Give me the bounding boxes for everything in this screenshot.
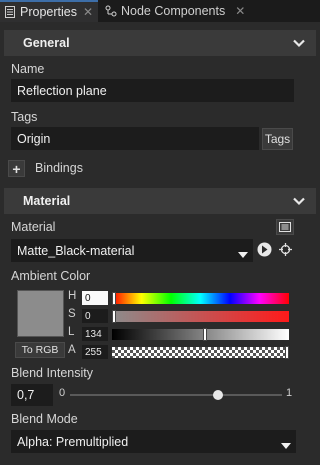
material-select[interactable]: Matte_Black-material [11,239,253,262]
alpha-slider[interactable] [112,347,289,358]
reset-icon[interactable] [257,242,272,260]
section-general-title: General [23,36,70,50]
chevron-down-icon[interactable] [292,36,306,50]
material-browser-icon[interactable] [276,219,294,235]
material-select-value: Matte_Black-material [17,243,135,258]
name-label: Name [11,62,45,76]
channel-l-input[interactable]: 134 [82,327,108,341]
blend-mode-label: Blend Mode [11,412,78,426]
tags-label: Tags [11,110,38,124]
blend-mode-value: Alpha: Premultiplied [17,434,129,449]
channel-l-label: L [68,326,75,338]
blend-intensity-slider[interactable] [70,394,282,396]
tab-properties[interactable]: Properties ✕ [0,0,98,22]
section-general-header[interactable]: General [4,30,316,56]
slider-min-label: 0 [59,387,66,399]
bindings-label: Bindings [35,161,83,175]
blend-intensity-input[interactable]: 0,7 [11,384,53,406]
tags-button[interactable]: Tags [262,128,293,150]
target-icon[interactable] [279,243,292,259]
channel-h-input[interactable]: 0 [82,291,108,305]
to-rgb-button[interactable]: To RGB [15,342,65,358]
lightness-slider[interactable] [112,329,289,340]
close-icon[interactable]: ✕ [235,4,245,18]
material-label: Material [11,220,56,234]
hue-slider[interactable] [112,293,289,304]
tab-node-components-label: Node Components [121,4,226,18]
section-material-header[interactable]: Material [4,188,316,214]
channel-s-input[interactable]: 0 [82,309,108,323]
blend-intensity-label: Blend Intensity [11,366,93,380]
color-swatch[interactable] [17,290,64,337]
properties-icon [5,6,15,18]
chevron-down-icon[interactable] [292,194,306,208]
tab-properties-label: Properties [20,5,77,19]
channel-a-input[interactable]: 255 [82,345,108,359]
hue-slider-thumb[interactable] [112,292,116,305]
blend-mode-select[interactable]: Alpha: Premultiplied [11,430,296,453]
ambient-color-label: Ambient Color [11,269,91,283]
dropdown-arrow-icon [238,247,248,261]
saturation-slider-thumb[interactable] [112,310,116,323]
tags-field[interactable]: Origin [11,127,259,150]
lightness-slider-thumb[interactable] [202,328,207,341]
section-material-title: Material [23,194,71,208]
node-components-icon [105,5,117,17]
channel-s-label: S [68,308,76,320]
close-icon[interactable]: ✕ [83,5,93,19]
channel-h-label: H [68,290,77,302]
channel-a-label: A [68,344,76,356]
tab-node-components[interactable]: Node Components ✕ [100,0,250,22]
dropdown-arrow-icon [281,438,291,452]
name-field[interactable]: Reflection plane [11,79,294,102]
add-binding-button[interactable]: + [8,160,25,177]
alpha-slider-thumb[interactable] [285,346,289,359]
saturation-slider[interactable] [112,311,289,322]
slider-max-label: 1 [286,387,293,399]
